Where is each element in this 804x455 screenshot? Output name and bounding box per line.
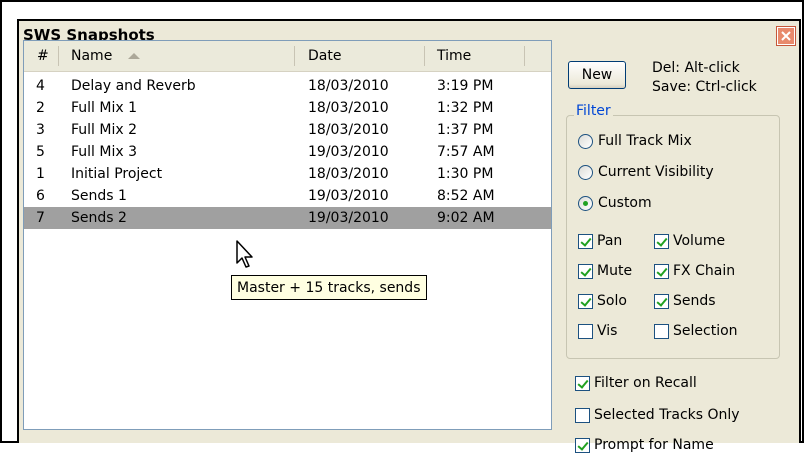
list-item[interactable]: 6 Sends 1 19/03/2010 8:52 AM <box>24 185 551 207</box>
checkbox-selection[interactable]: Selection <box>654 321 738 341</box>
checkbox-label: Prompt for Name <box>594 437 714 453</box>
column-separator[interactable] <box>58 46 59 66</box>
snapshot-time: 3:19 PM <box>437 78 494 94</box>
checkbox-vis[interactable]: Vis <box>578 321 617 341</box>
snapshot-date: 18/03/2010 <box>308 78 389 94</box>
checkbox-label: Solo <box>597 293 627 309</box>
checkbox-label: Vis <box>597 323 618 339</box>
checkbox-filter-on-recall[interactable]: Filter on Recall <box>575 373 697 393</box>
checkbox[interactable] <box>654 263 669 279</box>
filter-group-label: Filter <box>574 103 613 119</box>
checkbox-label: Selected Tracks Only <box>594 407 740 423</box>
snapshot-date: 18/03/2010 <box>308 166 389 182</box>
checkbox-sends[interactable]: Sends <box>654 291 716 311</box>
snapshot-number: 2 <box>36 100 45 116</box>
checkbox-label: Sends <box>673 293 716 309</box>
checkbox-label: FX Chain <box>673 263 736 279</box>
list-item[interactable]: 4 Delay and Reverb 18/03/2010 3:19 PM <box>24 75 551 97</box>
checkbox[interactable] <box>578 233 593 249</box>
radio-button[interactable] <box>578 133 593 149</box>
snapshot-list[interactable]: # Name Date Time 4 Delay and Reverb 18/0… <box>23 40 552 430</box>
snapshot-name: Sends 1 <box>71 188 127 204</box>
snapshot-time: 8:52 AM <box>437 188 495 204</box>
mouse-pointer-icon <box>236 240 253 268</box>
checkbox-label: Mute <box>597 263 633 279</box>
snapshot-name: Delay and Reverb <box>71 78 196 94</box>
checkbox[interactable] <box>578 323 593 339</box>
snapshot-date: 18/03/2010 <box>308 122 389 138</box>
checkbox[interactable] <box>575 375 590 391</box>
checkbox-solo[interactable]: Solo <box>578 291 627 311</box>
column-header-name-label: Name <box>71 48 113 64</box>
snapshot-date: 19/03/2010 <box>308 144 389 160</box>
checkbox-label: Volume <box>673 233 726 249</box>
snapshot-time: 1:30 PM <box>437 166 494 182</box>
checkbox[interactable] <box>654 293 669 309</box>
save-hint: Save: Ctrl-click <box>652 79 757 95</box>
snapshot-name: Sends 2 <box>71 210 127 226</box>
snapshot-date: 18/03/2010 <box>308 100 389 116</box>
checkbox-volume[interactable]: Volume <box>654 231 725 251</box>
radio-button[interactable] <box>578 195 593 211</box>
column-header-time[interactable]: Time <box>437 41 471 71</box>
checkbox-fx-chain[interactable]: FX Chain <box>654 261 735 281</box>
snapshot-name: Initial Project <box>71 166 163 182</box>
snapshot-number: 6 <box>36 188 45 204</box>
checkbox-label: Selection <box>673 323 738 339</box>
snapshot-name: Full Mix 3 <box>71 144 138 160</box>
column-separator[interactable] <box>524 46 525 66</box>
snapshot-time: 7:57 AM <box>437 144 495 160</box>
checkbox-mute[interactable]: Mute <box>578 261 632 281</box>
snapshot-time: 9:02 AM <box>437 210 495 226</box>
list-item[interactable]: 3 Full Mix 2 18/03/2010 1:37 PM <box>24 119 551 141</box>
list-item[interactable]: 5 Full Mix 3 19/03/2010 7:57 AM <box>24 141 551 163</box>
radio-current-visibility[interactable]: Current Visibility <box>578 162 714 182</box>
sort-ascending-icon <box>127 53 140 59</box>
radio-full-track-mix[interactable]: Full Track Mix <box>578 131 692 151</box>
snapshot-name: Full Mix 1 <box>71 100 138 116</box>
snapshot-tooltip: Master + 15 tracks, sends <box>231 275 427 300</box>
list-header: # Name Date Time <box>24 41 551 72</box>
checkbox-label: Filter on Recall <box>594 375 697 391</box>
column-separator[interactable] <box>424 46 425 66</box>
snapshot-number: 4 <box>36 78 45 94</box>
checkbox[interactable] <box>654 233 669 249</box>
snapshot-number: 7 <box>36 210 45 226</box>
radio-label: Current Visibility <box>598 164 714 180</box>
list-item[interactable]: 2 Full Mix 1 18/03/2010 1:32 PM <box>24 97 551 119</box>
snapshot-number: 5 <box>36 144 45 160</box>
column-header-date[interactable]: Date <box>308 41 341 71</box>
checkbox-selected-tracks-only[interactable]: Selected Tracks Only <box>575 405 740 425</box>
checkbox[interactable] <box>654 323 669 339</box>
snapshot-date: 19/03/2010 <box>308 188 389 204</box>
list-item[interactable]: 1 Initial Project 18/03/2010 1:30 PM <box>24 163 551 185</box>
snapshot-time: 1:37 PM <box>437 122 494 138</box>
checkbox[interactable] <box>578 263 593 279</box>
list-item-selected[interactable]: 7 Sends 2 19/03/2010 9:02 AM <box>24 207 551 229</box>
snapshot-name: Full Mix 2 <box>71 122 138 138</box>
close-button[interactable] <box>777 27 795 45</box>
radio-custom[interactable]: Custom <box>578 193 652 213</box>
snapshot-number: 3 <box>36 122 45 138</box>
checkbox[interactable] <box>575 437 590 453</box>
column-header-number[interactable]: # <box>37 41 49 71</box>
column-header-name[interactable]: Name <box>71 41 141 71</box>
radio-label: Full Track Mix <box>598 133 692 149</box>
checkbox[interactable] <box>575 407 590 423</box>
delete-hint: Del: Alt-click <box>652 60 740 76</box>
snapshot-number: 1 <box>36 166 45 182</box>
checkbox-label: Pan <box>597 233 623 249</box>
checkbox[interactable] <box>578 293 593 309</box>
checkbox-pan[interactable]: Pan <box>578 231 622 251</box>
snapshot-time: 1:32 PM <box>437 100 494 116</box>
column-separator[interactable] <box>294 46 295 66</box>
radio-button[interactable] <box>578 164 593 180</box>
radio-label: Custom <box>598 195 652 211</box>
close-icon <box>781 31 791 41</box>
snapshot-date: 19/03/2010 <box>308 210 389 226</box>
checkbox-partial[interactable]: Prompt for Name <box>575 435 714 455</box>
new-snapshot-button[interactable]: New <box>568 61 626 89</box>
